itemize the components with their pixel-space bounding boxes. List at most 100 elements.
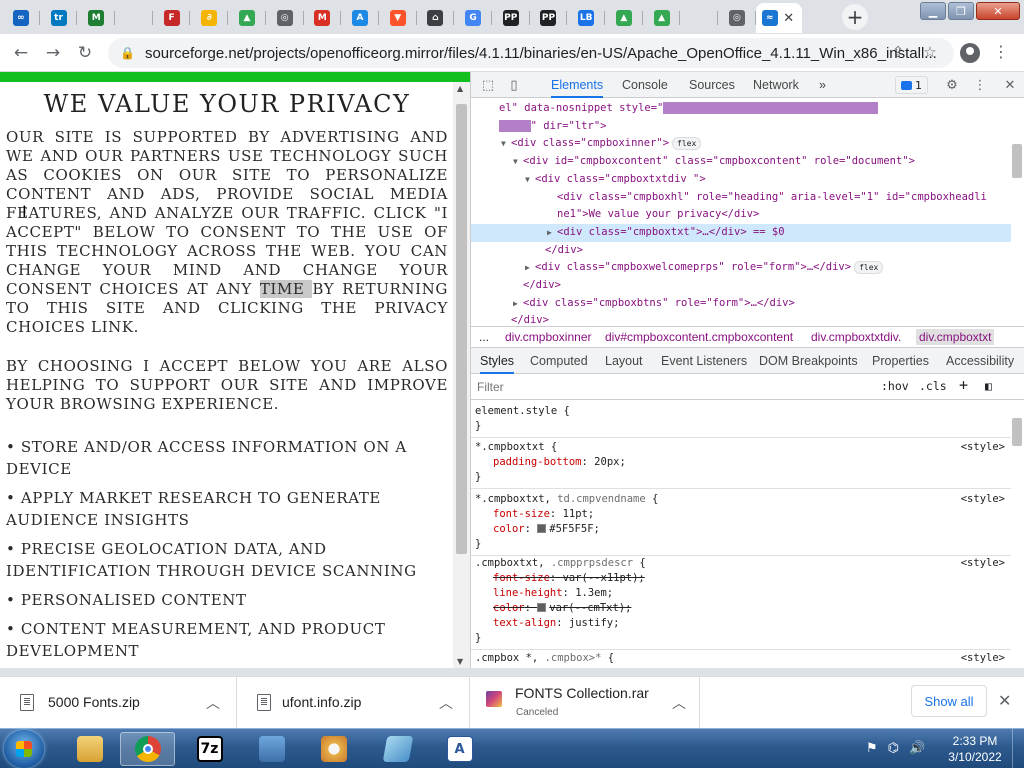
styles-subtab-event-listeners[interactable]: Event Listeners (661, 348, 747, 374)
explorer-icon[interactable] (62, 732, 117, 766)
browser-tab[interactable]: LB (567, 3, 605, 33)
chevron-up-icon[interactable]: ︿ (206, 693, 220, 713)
chevron-up-icon[interactable]: ︿ (672, 693, 686, 713)
styles-scrollbar[interactable] (1010, 400, 1024, 668)
dom-node-line[interactable]: ▶ <div class="cmpboxbtns" role="form">…</… (471, 295, 1011, 313)
dom-node-line[interactable]: ▼ <div class="cmpboxtxtdiv "> (471, 171, 1011, 189)
close-devtools-icon[interactable]: ✕ (1001, 76, 1019, 94)
show-desktop-button[interactable] (1012, 729, 1024, 768)
style-rule[interactable]: .cmpbox *, .cmpbox>* {<style>font-family… (471, 649, 1011, 668)
expand-down-icon[interactable]: ▼ (525, 171, 535, 189)
color-swatch-icon[interactable] (537, 603, 547, 612)
browser-tab[interactable]: ∂ (190, 3, 228, 33)
forward-button[interactable]: → (40, 40, 66, 66)
hover-state-toggle[interactable]: :hov (881, 379, 909, 393)
breadcrumb-item[interactable]: div#cmpboxcontent.cmpboxcontent (605, 330, 793, 344)
styles-subtab-layout[interactable]: Layout (605, 348, 643, 374)
browser-tab[interactable]: tr (40, 3, 78, 33)
dom-node-line[interactable]: </div> (471, 242, 1011, 260)
scroll-up-icon[interactable]: ▲ (457, 84, 463, 93)
start-button[interactable] (4, 730, 44, 768)
profile-avatar-icon[interactable] (960, 43, 980, 63)
browser-tab[interactable]: ◎ (266, 3, 304, 33)
action-center-flag-icon[interactable]: ⚑ (866, 741, 878, 756)
browser-tab[interactable]: F (153, 3, 191, 33)
scrollbar-thumb[interactable] (456, 104, 467, 554)
rule-source-link[interactable]: <style> (961, 651, 1005, 666)
rule-source-link[interactable]: <style> (961, 556, 1005, 571)
dom-node-line[interactable]: ▼ <div id="cmpboxcontent" class="cmpboxco… (471, 153, 1011, 171)
browser-menu-icon[interactable]: ⋮ (993, 42, 1009, 61)
styles-subtab-accessibility[interactable]: Accessibility (946, 348, 1014, 374)
browser-tab[interactable]: ▼ (379, 3, 417, 33)
close-window-button[interactable]: ✕ (976, 2, 1020, 20)
issues-counter[interactable]: 1 (895, 76, 928, 94)
browser-tab[interactable]: ▲ (605, 3, 643, 33)
color-swatch-icon[interactable] (537, 524, 547, 533)
bookmark-star-icon[interactable]: ☆ (918, 40, 942, 64)
breadcrumb-item[interactable]: div.cmpboxtxt (916, 329, 995, 345)
download-item[interactable]: FONTS Collection.rar Canceled ︿ (470, 677, 700, 729)
browser-tab[interactable]: ⌂ (417, 3, 455, 33)
share-icon[interactable]: ⇪ (886, 40, 910, 64)
dom-node-line[interactable]: ▶ <div class="cmpboxwelcomeprps" role="fo… (471, 259, 1011, 277)
flex-badge[interactable]: flex (672, 136, 702, 150)
scroll-down-icon[interactable]: ▼ (457, 657, 463, 666)
chrome-icon[interactable] (120, 732, 175, 766)
maximize-button[interactable]: ❐ (948, 2, 974, 20)
styles-subtab-styles[interactable]: Styles (480, 348, 515, 374)
browser-tab[interactable]: M (304, 3, 342, 33)
devtools-tab-console[interactable]: Console (622, 72, 668, 98)
dom-node-line[interactable]: <div class="cmpboxhl" role="heading" ari… (471, 189, 1011, 207)
class-toggle[interactable]: .cls (919, 379, 947, 393)
clock[interactable]: 2:33 PM 3/10/2022 (940, 733, 1010, 765)
paint-icon[interactable] (306, 732, 361, 766)
css-property[interactable]: color: var(--cmTxt); (475, 601, 1011, 616)
browser-tab[interactable] (680, 3, 718, 33)
breadcrumb-item[interactable]: div.cmpboxtxtdiv. (811, 330, 901, 344)
download-item[interactable]: 5000 Fonts.zip ︿ (0, 677, 237, 729)
elements-scrollbar[interactable] (1011, 98, 1022, 320)
style-rule[interactable]: *.cmpboxtxt, td.cmpvendname {<style> font… (471, 490, 1011, 556)
dom-node-line[interactable]: ▼ <div class="cmpboxinner"> flex (471, 135, 1011, 153)
breadcrumb-item[interactable]: ... (479, 330, 489, 344)
scrollbar-thumb[interactable] (1012, 418, 1022, 446)
network-icon[interactable]: ⌬ (888, 741, 899, 756)
devtools-tab-elements[interactable]: Elements (551, 72, 604, 98)
page-scrollbar[interactable]: ▲ ▼ (453, 82, 470, 668)
expand-down-icon[interactable]: ▼ (513, 153, 523, 171)
expand-down-icon[interactable]: ▼ (501, 135, 511, 153)
css-property[interactable]: line-height: 1.3em; (475, 586, 1011, 601)
styles-subtab-dom-breakpoints[interactable]: DOM Breakpoints (759, 348, 858, 374)
chevron-up-icon[interactable]: ︿ (439, 693, 453, 713)
word-icon[interactable]: A (432, 732, 487, 766)
show-all-downloads-button[interactable]: Show all (911, 685, 987, 717)
browser-tab[interactable]: ≈ ✕ (755, 3, 802, 33)
dom-node-line[interactable]: ne1">We value your privacy</div> (471, 206, 1011, 224)
browser-tab[interactable]: ▲ (643, 3, 681, 33)
notepad-icon[interactable] (370, 732, 425, 766)
styles-filter-input[interactable]: Filter (477, 380, 504, 394)
more-tabs-icon[interactable]: » (819, 72, 826, 98)
rule-source-link[interactable]: <style> (961, 440, 1005, 455)
tab-close-icon[interactable]: ✕ (782, 11, 796, 26)
expand-right-icon[interactable]: ▶ (547, 224, 557, 242)
style-rule[interactable]: element.style {} (471, 402, 1011, 438)
browser-tab[interactable]: ▲ (228, 3, 266, 33)
back-button[interactable]: ← (8, 40, 34, 66)
volume-icon[interactable]: 🔊 (909, 741, 925, 756)
address-bar[interactable]: 🔒 sourceforge.net/projects/openofficeorg… (108, 38, 954, 68)
dom-node-line[interactable]: ▶ <div class="cmpboxtxt">…</div> == $0 (471, 223, 1011, 242)
css-property[interactable]: font-family: Arial,sans-serif; (475, 666, 1011, 668)
browser-tab[interactable]: PP (492, 3, 530, 33)
browser-tab[interactable]: M (77, 3, 115, 33)
browser-tab[interactable]: ∞ (2, 3, 40, 33)
device-toolbar-icon[interactable]: ▯ (505, 76, 523, 94)
dom-node-line[interactable]: el" data-nosnippet style="xxxxxxxxxxxxxx… (471, 100, 1011, 118)
devtools-menu-icon[interactable]: ⋮ (971, 76, 989, 94)
control-panel-icon[interactable] (244, 732, 299, 766)
css-property[interactable]: font-size: 11pt; (475, 507, 1011, 522)
dom-node-line[interactable]: xxxxx" dir="ltr"> (471, 118, 1011, 136)
breadcrumb-item[interactable]: div.cmpboxinner (505, 330, 591, 344)
css-property[interactable]: font-size: var(--x11pt); (475, 571, 1011, 586)
